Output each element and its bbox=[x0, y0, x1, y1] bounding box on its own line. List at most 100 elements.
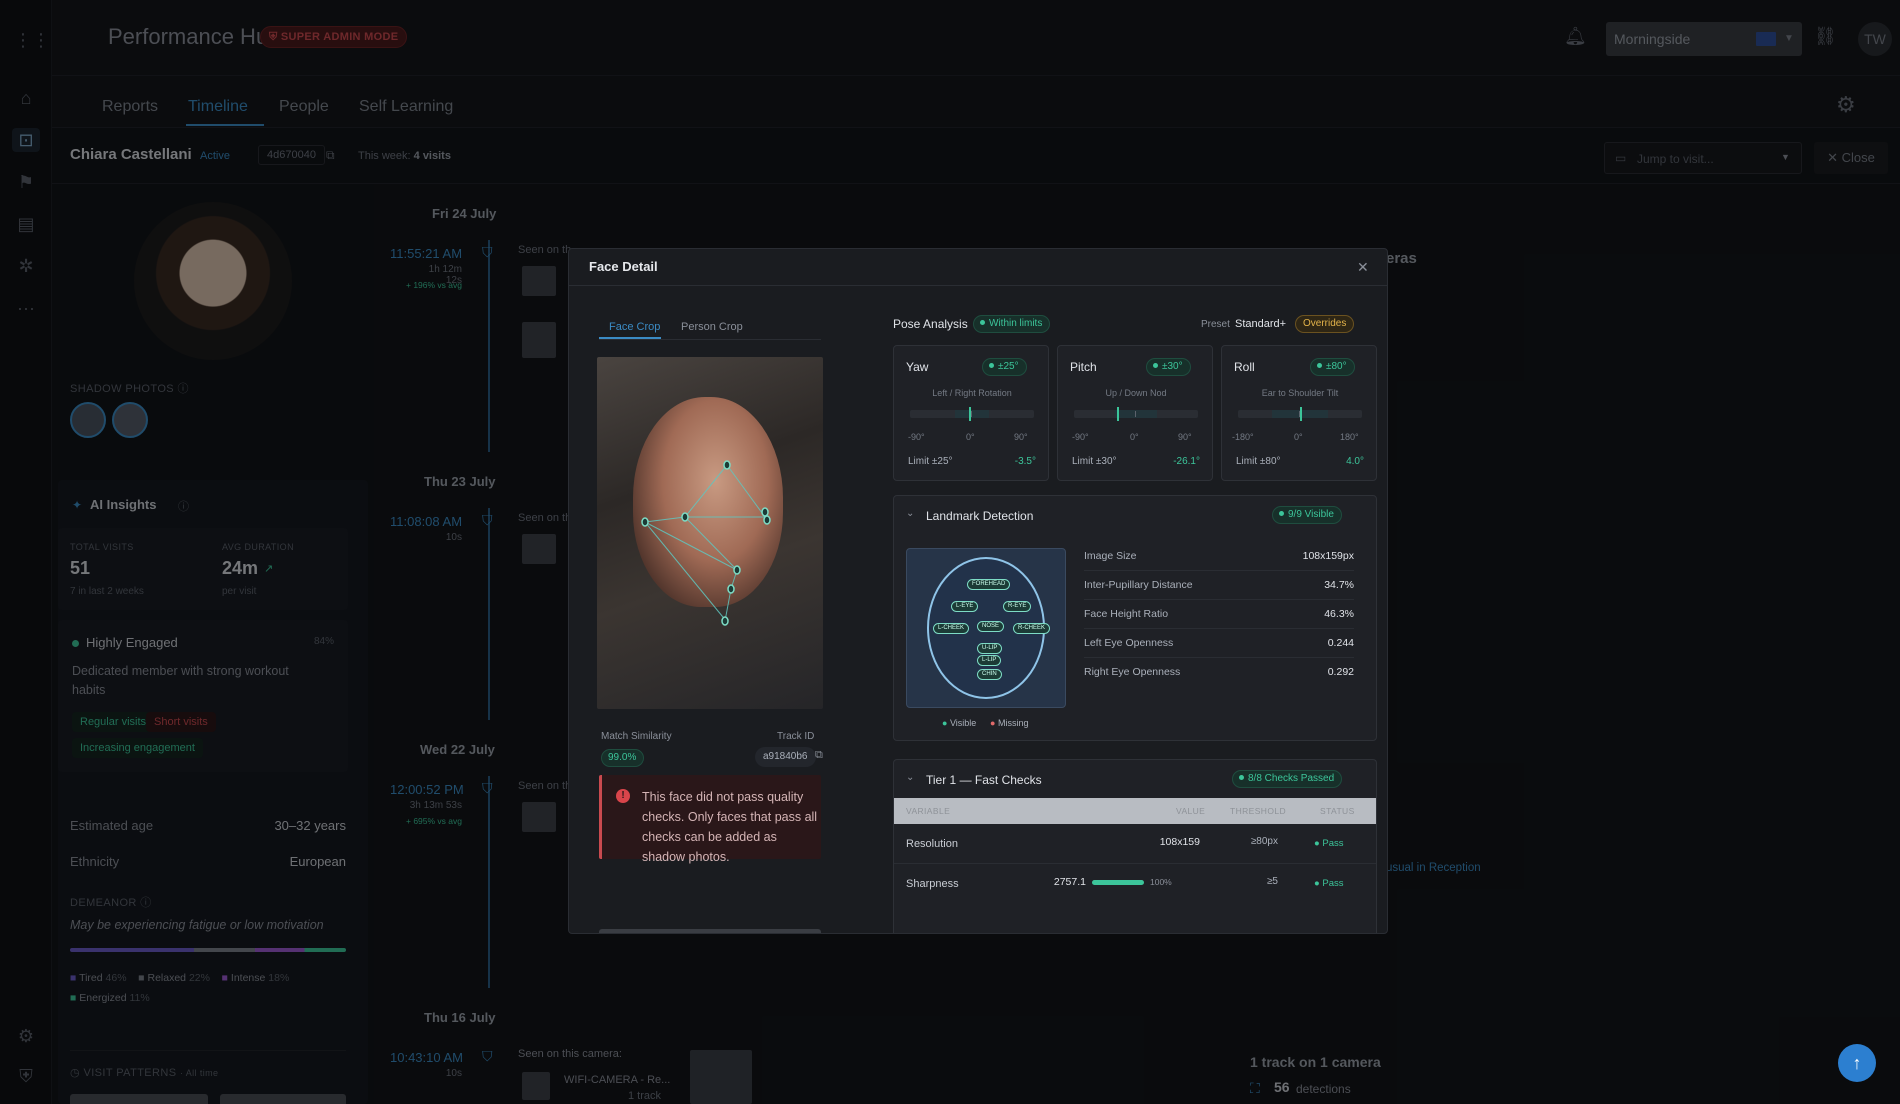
pose-limit-pill: ±25° bbox=[982, 358, 1027, 376]
roll-card: Roll ±80° Ear to Shoulder Tilt -180° 0° … bbox=[1221, 345, 1377, 481]
check-threshold: ≥5 bbox=[1266, 876, 1278, 887]
check-status: ● Pass bbox=[1314, 838, 1344, 849]
pitch-card: Pitch ±30° Up / Down Nod -90° 0° 90° Lim… bbox=[1057, 345, 1213, 481]
pose-limit-pill: ±80° bbox=[1310, 358, 1355, 376]
pose-status-pill: Within limits bbox=[973, 315, 1051, 333]
pose-desc: Left / Right Rotation bbox=[932, 388, 1012, 398]
metric-label: Left Eye Openness bbox=[1084, 637, 1174, 649]
landmark-metrics: Image Size 108x159px Inter-Pupillary Dis… bbox=[1074, 550, 1364, 700]
landmark-nose: NOSE bbox=[977, 621, 1005, 632]
pose-value-marker bbox=[1300, 407, 1303, 421]
preset-label: Preset bbox=[1201, 319, 1230, 330]
pose-limit: Limit ±25° bbox=[908, 456, 953, 467]
pose-slider bbox=[1074, 407, 1198, 421]
landmark-l-cheek: L-CHEEK bbox=[933, 623, 970, 634]
tick-label: 180° bbox=[1340, 432, 1359, 442]
tick-label: 90° bbox=[1178, 432, 1192, 442]
action-button-partial[interactable] bbox=[599, 929, 821, 933]
landmark-diagram: FOREHEAD L-EYE R-EYE L-CHEEK NOSE R-CHEE… bbox=[906, 548, 1066, 708]
face-crop-image bbox=[597, 357, 823, 709]
pose-limit: Limit ±30° bbox=[1072, 456, 1117, 467]
pose-limit-pill: ±30° bbox=[1146, 358, 1191, 376]
scroll-top-button[interactable]: ↑ bbox=[1838, 1044, 1876, 1082]
tick-label: -90° bbox=[908, 432, 925, 442]
tier-title[interactable]: Tier 1 — Fast Checks bbox=[926, 773, 1042, 787]
pose-value-marker bbox=[1117, 407, 1120, 421]
sharpness-bar-fill bbox=[1092, 880, 1144, 885]
col-variable: VARIABLE bbox=[906, 806, 951, 816]
legend-missing: ● Missing bbox=[990, 718, 1029, 728]
chevron-down-icon[interactable]: ⌄ bbox=[906, 772, 914, 783]
match-similarity-label: Match Similarity bbox=[601, 731, 672, 742]
check-threshold: ≥80px bbox=[1250, 836, 1278, 847]
app-root: ⋮⋮ ⌂ ⊡ ⚑ ▤ ✲ ··· ⚙ ⛨ Performance Hub ⛨ S… bbox=[0, 0, 1900, 1104]
check-value: 2757.1 bbox=[1053, 876, 1086, 888]
metric-value: 0.244 bbox=[1327, 637, 1354, 649]
pose-title: Pose Analysis bbox=[893, 317, 968, 331]
overrides-badge[interactable]: Overrides bbox=[1295, 315, 1355, 333]
pose-slider bbox=[910, 407, 1034, 421]
table-header: VARIABLE VALUE THRESHOLD STATUS bbox=[894, 798, 1376, 824]
pose-desc: Ear to Shoulder Tilt bbox=[1261, 388, 1339, 398]
landmark-status-pill: 9/9 Visible bbox=[1272, 506, 1342, 524]
zero-tick bbox=[1299, 411, 1300, 417]
landmark-overlay bbox=[641, 460, 771, 626]
col-status: STATUS bbox=[1320, 806, 1355, 816]
divider bbox=[1084, 599, 1354, 600]
landmark-r-eye: R-EYE bbox=[1003, 601, 1032, 612]
pose-name: Pitch bbox=[1070, 360, 1097, 374]
landmark-forehead: FOREHEAD bbox=[967, 579, 1011, 590]
divider bbox=[1084, 628, 1354, 629]
table-row: Resolution 108x159 ≥80px ● Pass bbox=[894, 824, 1376, 864]
metric-label: Right Eye Openness bbox=[1084, 666, 1181, 678]
sharpness-pct: 100% bbox=[1150, 877, 1172, 887]
landmark-r-cheek: R-CHEEK bbox=[1013, 623, 1051, 634]
error-text: This face did not pass quality checks. O… bbox=[642, 790, 818, 864]
tick-label: 0° bbox=[1130, 432, 1139, 442]
quality-error-alert: ! This face did not pass quality checks.… bbox=[599, 775, 821, 864]
tier1-card: ⌄ Tier 1 — Fast Checks 8/8 Checks Passed… bbox=[893, 759, 1377, 933]
metric-label: Image Size bbox=[1084, 550, 1137, 562]
metric-value: 34.7% bbox=[1324, 579, 1354, 591]
tick-label: 90° bbox=[1014, 432, 1028, 442]
table-row: Sharpness 2757.1 100% ≥5 ● Pass bbox=[894, 864, 1376, 904]
chevron-down-icon[interactable]: ⌄ bbox=[906, 508, 914, 519]
pose-limit: Limit ±80° bbox=[1236, 456, 1281, 467]
check-variable: Resolution bbox=[906, 838, 958, 850]
check-status: ● Pass bbox=[1314, 878, 1344, 889]
modal-title: Face Detail bbox=[589, 259, 658, 274]
col-value: VALUE bbox=[1176, 806, 1206, 816]
metric-label: Inter-Pupillary Distance bbox=[1084, 579, 1193, 591]
landmark-l-lip: L-LIP bbox=[977, 655, 1002, 666]
landmark-l-eye: L-EYE bbox=[951, 601, 979, 612]
tick-label: -180° bbox=[1232, 432, 1254, 442]
close-icon[interactable]: ✕ bbox=[1357, 259, 1369, 276]
divider bbox=[599, 339, 821, 340]
tick-label: -90° bbox=[1072, 432, 1089, 442]
match-similarity-value: 99.0% bbox=[601, 749, 645, 767]
track-id-label: Track ID bbox=[777, 731, 815, 742]
tier-status-pill: 8/8 Checks Passed bbox=[1232, 770, 1343, 788]
yaw-card: Yaw ±25° Left / Right Rotation -90° 0° 9… bbox=[893, 345, 1049, 481]
face-detail-modal: Face Detail ✕ Face Crop Person Crop Matc… bbox=[568, 248, 1388, 934]
pose-slider bbox=[1238, 407, 1362, 421]
pose-name: Yaw bbox=[906, 360, 929, 374]
metric-value: 0.292 bbox=[1327, 666, 1354, 678]
divider bbox=[569, 285, 1387, 286]
zero-tick bbox=[1135, 411, 1136, 417]
divider bbox=[1084, 657, 1354, 658]
tab-face-crop[interactable]: Face Crop bbox=[609, 321, 660, 333]
track-id-value: a91840b6 bbox=[755, 747, 816, 767]
preset-value: Standard+ bbox=[1235, 318, 1287, 330]
zero-tick bbox=[971, 411, 972, 417]
tab-person-crop[interactable]: Person Crop bbox=[681, 321, 743, 333]
error-icon: ! bbox=[616, 789, 630, 803]
copy-icon[interactable]: ⧉ bbox=[815, 749, 823, 762]
landmark-title[interactable]: Landmark Detection bbox=[926, 509, 1033, 523]
metric-value: 46.3% bbox=[1324, 608, 1354, 620]
col-threshold: THRESHOLD bbox=[1230, 806, 1287, 816]
sharpness-bar bbox=[1092, 880, 1144, 885]
tick-label: 0° bbox=[1294, 432, 1303, 442]
landmark-detection-card: ⌄ Landmark Detection 9/9 Visible FOREHEA… bbox=[893, 495, 1377, 741]
check-value: 108x159 bbox=[1159, 836, 1200, 848]
